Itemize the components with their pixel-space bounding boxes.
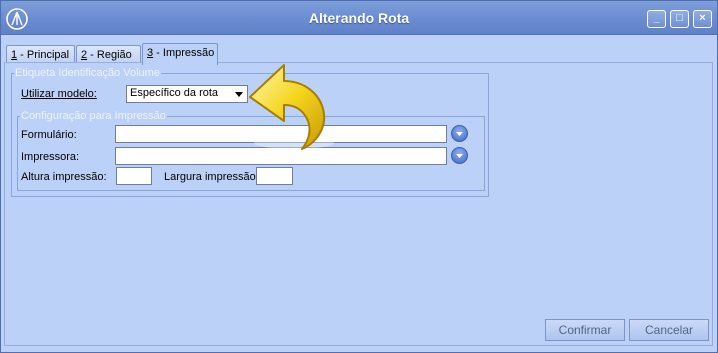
impressora-label: Impressora: xyxy=(21,151,80,163)
configuracao-legend: Configuração para Impressão xyxy=(21,110,166,122)
tab-impressao-label: - Impressão xyxy=(153,47,215,59)
chevron-down-icon xyxy=(456,154,463,158)
utilizar-modelo-value: Específico da rota xyxy=(130,87,219,99)
confirmar-button[interactable]: Confirmar xyxy=(545,319,625,341)
formulario-label: Formulário: xyxy=(21,129,77,141)
cancelar-button[interactable]: Cancelar xyxy=(629,319,709,341)
altura-field[interactable] xyxy=(116,167,152,185)
largura-field[interactable] xyxy=(256,167,293,185)
maximize-button[interactable]: □ xyxy=(670,10,689,28)
maximize-icon: □ xyxy=(676,12,683,24)
dialog-window: Alterando Rota _ □ × 1 - Principal 2 - R… xyxy=(0,0,718,353)
title-bar[interactable]: Alterando Rota _ □ × xyxy=(1,1,717,35)
close-button[interactable]: × xyxy=(693,10,712,28)
utilizar-modelo-label: Utilizar modelo: xyxy=(21,88,97,100)
altura-label: Altura impressão: xyxy=(21,171,107,183)
window-title: Alterando Rota xyxy=(308,10,410,26)
largura-label: Largura impressão: xyxy=(164,171,259,183)
close-icon: × xyxy=(699,12,706,24)
yellow-curved-arrow-icon xyxy=(249,64,334,150)
chevron-down-icon xyxy=(456,132,463,136)
chevron-down-icon[interactable] xyxy=(232,87,246,101)
etiqueta-legend: Etiqueta Identificação Volume xyxy=(15,67,160,79)
impressora-dropdown-button[interactable] xyxy=(451,147,468,164)
tab-panel-impressao: Etiqueta Identificação Volume Utilizar m… xyxy=(4,62,713,346)
formulario-dropdown-button[interactable] xyxy=(451,125,468,142)
tab-impressao[interactable]: 3 - Impressão xyxy=(142,43,218,65)
tab-principal-label: - Principal xyxy=(17,49,70,61)
tab-regiao-label: - Região xyxy=(87,49,132,61)
minimize-button[interactable]: _ xyxy=(647,10,666,28)
minimize-icon: _ xyxy=(653,12,660,24)
utilizar-modelo-select[interactable]: Específico da rota xyxy=(126,85,248,103)
